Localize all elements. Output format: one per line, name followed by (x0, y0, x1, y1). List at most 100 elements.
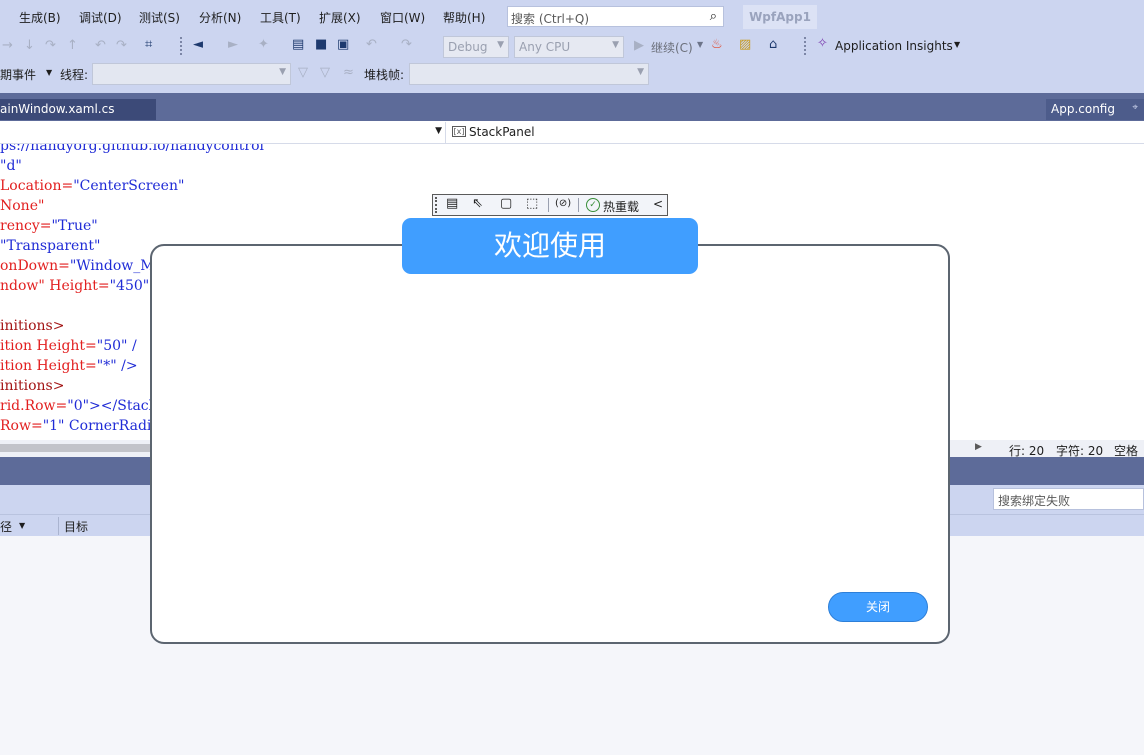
chevron-down-icon: ▼ (612, 40, 619, 50)
code-line[interactable]: initions> (0, 378, 64, 394)
code-line[interactable]: initions> (0, 318, 64, 334)
menu-debug[interactable]: 调试(D) (79, 9, 122, 26)
toolbar-grip[interactable] (435, 197, 439, 213)
collapse-toolbar-icon[interactable]: < (653, 197, 663, 211)
code-line[interactable]: ition Height="50" / (0, 338, 137, 354)
app-insights-button[interactable]: Application Insights (835, 39, 953, 53)
navigate-back-icon[interactable]: ◄ (193, 37, 203, 52)
browser-link-icon[interactable]: ⌂ (769, 37, 777, 52)
code-line[interactable]: ps://handyorg.github.io/handycontrol (0, 144, 264, 154)
play-icon[interactable]: ▶ (634, 38, 644, 53)
continue-dropdown-icon[interactable]: ▼ (697, 40, 703, 49)
tab-mainwindow-label: ainWindow.xaml.cs (0, 102, 115, 116)
code-line[interactable]: Location="CenterScreen" (0, 178, 184, 194)
open-file-icon[interactable]: ▤ (292, 37, 304, 52)
select-element-icon[interactable]: ⇖ (472, 196, 483, 211)
tab-mainwindow-xaml-cs[interactable]: ainWindow.xaml.cs (0, 99, 156, 120)
type-dropdown[interactable]: ▼ (0, 122, 446, 143)
stack-frame-combo[interactable]: ▼ (409, 63, 649, 85)
code-token-value: "50" / (96, 338, 137, 354)
toolbar-grip[interactable] (804, 37, 807, 55)
filter-icon[interactable]: ▽ (298, 65, 308, 80)
track-focus-icon[interactable]: ⬚ (526, 196, 538, 211)
platform-combo[interactable]: Any CPU ▼ (514, 36, 624, 58)
scroll-right-icon[interactable]: ▶ (975, 442, 982, 452)
column-path-header[interactable]: 径 (0, 518, 12, 535)
search-input[interactable]: 搜索 (Ctrl+Q) ⌕ (507, 6, 724, 27)
hex-display-icon[interactable]: ⌗ (145, 37, 152, 52)
code-line[interactable]: "Transparent" (0, 238, 100, 254)
step-into-icon[interactable]: ↓ (24, 38, 35, 53)
member-icon: [x] (452, 126, 466, 137)
tab-app-config[interactable]: App.config ⌖ (1046, 99, 1144, 120)
continue-button[interactable]: 继续(C) (651, 39, 693, 56)
lifecycle-events-dropdown-icon[interactable]: ▼ (46, 68, 52, 77)
code-token: Row= (0, 418, 43, 434)
menu-extensions[interactable]: 扩展(X) (319, 9, 361, 26)
wpf-app-window[interactable] (150, 244, 950, 644)
chevron-down-icon: ▼ (497, 40, 504, 50)
flag-threads-icon[interactable]: ≈ (343, 65, 354, 80)
code-line[interactable]: ition Height="*" /> (0, 358, 138, 374)
code-token: initions> (0, 318, 65, 334)
toolbar-separator (548, 198, 549, 212)
lifecycle-events-label[interactable]: 期事件 (0, 66, 36, 83)
tab-app-config-label: App.config (1051, 102, 1115, 116)
column-path-sort-icon[interactable]: ▼ (19, 521, 25, 530)
new-project-icon[interactable]: ✦ (258, 37, 269, 52)
redo-nav-icon[interactable]: ↷ (116, 38, 127, 53)
code-token: "Transparent" (0, 238, 101, 254)
menu-help[interactable]: 帮助(H) (443, 9, 485, 26)
code-token: ition Height= (0, 358, 97, 374)
pin-icon[interactable]: ⌖ (1132, 102, 1138, 113)
step-over-icon[interactable]: → (2, 38, 13, 53)
solution-config-combo[interactable]: Debug ▼ (443, 36, 509, 58)
live-visual-tree-icon[interactable]: ▤ (446, 196, 458, 211)
horizontal-scrollbar[interactable] (0, 444, 170, 452)
search-icon[interactable]: ⌕ (710, 9, 717, 24)
hot-reload-flame-icon[interactable]: ♨ (711, 37, 723, 52)
menu-window[interactable]: 窗口(W) (380, 9, 425, 26)
step-out-icon[interactable]: ↑ (67, 38, 78, 53)
code-token: rid.Row= (0, 398, 68, 414)
code-line[interactable]: None" (0, 198, 44, 214)
thread-label: 线程: (60, 68, 89, 82)
code-line[interactable]: "d" (0, 158, 22, 174)
menu-build[interactable]: 生成(B) (19, 9, 61, 26)
undo-icon[interactable]: ↶ (366, 37, 377, 52)
app-insights-icon[interactable]: ✧ (817, 36, 828, 51)
binding-failures-icon[interactable]: (⊘) (555, 198, 571, 209)
solution-config-value: Debug (448, 40, 488, 54)
redo-icon[interactable]: ↷ (401, 37, 412, 52)
code-line[interactable]: Row="1" CornerRadiu (0, 418, 160, 434)
code-line[interactable]: rid.Row="0"></Stack (0, 398, 157, 414)
toolbar-grip[interactable] (180, 37, 183, 55)
thread-combo[interactable]: ▼ (92, 63, 291, 85)
code-line[interactable]: ndow" Height="450" (0, 278, 149, 294)
column-separator[interactable] (58, 517, 59, 535)
save-all-icon[interactable]: ▣ (337, 37, 349, 52)
menu-analyze[interactable]: 分析(N) (199, 9, 241, 26)
filter-clear-icon[interactable]: ▽ (320, 65, 330, 80)
platform-value: Any CPU (519, 40, 571, 54)
standard-toolbar: → ↓ ↷ ↑ ↶ ↷ ⌗ ◄ ► ✦ ▤ ■ ▣ ↶ ↷ Debug ▼ An… (0, 33, 1144, 60)
document-tab-strip (0, 93, 1144, 121)
column-target-header[interactable]: 目标 (64, 518, 88, 535)
member-dropdown[interactable]: [x] StackPanel (450, 122, 750, 143)
navigate-forward-icon[interactable]: ► (228, 37, 238, 52)
app-insights-dropdown-icon[interactable]: ▼ (954, 40, 960, 49)
code-token: ndow" Height= (0, 278, 110, 294)
code-token-value: "1" CornerRadiu (42, 418, 161, 434)
chevron-down-icon: ▼ (279, 67, 286, 77)
code-line[interactable]: rency="True" (0, 218, 98, 234)
step-back-icon[interactable]: ↷ (45, 38, 56, 53)
menu-test[interactable]: 测试(S) (139, 9, 180, 26)
menu-tools[interactable]: 工具(T) (260, 9, 301, 26)
binding-failures-search-input[interactable]: 搜索绑定失败 (993, 488, 1144, 510)
hot-reload-label[interactable]: 热重载 (603, 198, 639, 215)
save-icon[interactable]: ■ (315, 37, 327, 52)
undo-nav-icon[interactable]: ↶ (95, 38, 106, 53)
close-button[interactable]: 关闭 (828, 592, 928, 622)
display-adorners-icon[interactable]: ▢ (500, 196, 512, 211)
find-in-files-icon[interactable]: ▨ (739, 37, 751, 52)
